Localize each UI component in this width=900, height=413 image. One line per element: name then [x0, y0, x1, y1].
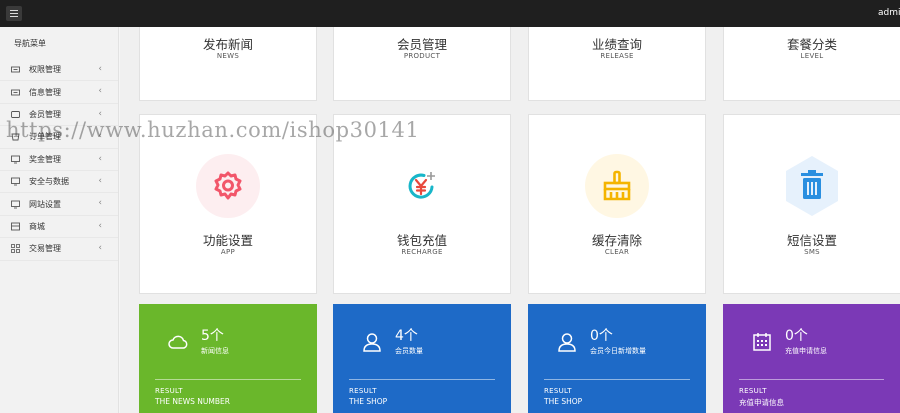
stat-result-sub: THE SHOP [544, 397, 583, 406]
stat-member-count[interactable]: 4个 会员数量 RESULT THE SHOP [333, 304, 511, 413]
card-sub: RELEASE [600, 52, 634, 60]
card-sms-settings[interactable]: 短信设置 SMS [723, 114, 900, 294]
stat-result-label: RESULT [349, 387, 377, 395]
sidebar-item-label: 会员管理 [29, 109, 61, 119]
card-label: 缓存清除 [591, 233, 642, 248]
bag-icon [11, 132, 20, 141]
cloud-icon [168, 335, 188, 349]
sidebar-item-label: 安全与数据 [29, 177, 69, 187]
stat-count: 0个 [785, 328, 808, 344]
sidebar-item-bonus[interactable]: 奖金管理 ‹ [0, 149, 118, 171]
user-icon [558, 333, 576, 352]
sidebar-item-members[interactable]: 会员管理 ‹ [0, 104, 118, 127]
stat-count: 4个 [395, 328, 418, 344]
key-icon [11, 65, 20, 74]
sidebar-item-label: 商城 [29, 221, 45, 231]
sidebar-item-permissions[interactable]: 权限管理 ‹ [0, 59, 118, 82]
main-content: 发布新闻 NEWS 会员管理 PRODUCT 业绩查询 RELEASE 套餐分类… [120, 27, 900, 413]
card-sub: SMS [804, 248, 820, 256]
key-icon [11, 88, 20, 97]
sidebar-item-label: 权限管理 [29, 65, 61, 75]
calendar-icon [753, 333, 771, 351]
card-package-category[interactable]: 套餐分类 LEVEL [723, 27, 900, 101]
chevron-left-icon: ‹ [98, 175, 102, 186]
stat-result-sub: THE NEWS NUMBER [155, 397, 230, 406]
chevron-left-icon: ‹ [98, 64, 102, 74]
grid-icon [11, 244, 20, 254]
card-publish-news[interactable]: 发布新闻 NEWS [139, 27, 317, 101]
monitor-icon [11, 155, 20, 164]
user-icon [363, 333, 381, 352]
stat-result-label: RESULT [739, 387, 767, 395]
chevron-left-icon: ‹ [98, 198, 102, 209]
card-sub: APP [220, 248, 236, 256]
trash-icon [780, 154, 844, 218]
sidebar-item-label: 信息管理 [29, 87, 61, 97]
yuan-refresh-icon [390, 154, 454, 218]
chevron-left-icon: ‹ [98, 108, 102, 119]
menu-toggle-icon[interactable] [6, 6, 22, 21]
chevron-left-icon: ‹ [98, 243, 102, 254]
monitor-icon [11, 200, 20, 209]
chevron-left-icon: ‹ [98, 220, 102, 231]
stat-recharge-requests[interactable]: 0个 充值申请信息 RESULT 充值申请信息 [723, 304, 900, 413]
broom-icon [585, 154, 649, 218]
admin-user-name[interactable]: admin [878, 8, 900, 18]
sidebar-item-label: 网站设置 [29, 199, 61, 209]
chevron-left-icon: ‹ [98, 153, 102, 164]
top-bar: admin [0, 0, 900, 27]
stat-result-label: RESULT [155, 387, 183, 395]
card-label: 业绩查询 [591, 37, 642, 52]
stat-desc: 会员今日新增数量 [590, 347, 646, 355]
stat-new-members-today[interactable]: 0个 会员今日新增数量 RESULT THE SHOP [528, 304, 706, 413]
sidebar-item-site-settings[interactable]: 网站设置 ‹ [0, 193, 118, 216]
stat-news-count[interactable]: 5个 新闻信息 RESULT THE NEWS NUMBER [139, 304, 317, 413]
sidebar-item-orders[interactable]: 订单管理 ‹ [0, 126, 118, 149]
stat-divider [155, 379, 301, 380]
sidebar-item-label: 交易管理 [29, 244, 61, 254]
shop-icon [11, 222, 20, 231]
card-sub: PRODUCT [403, 52, 441, 60]
stat-count: 5个 [201, 328, 224, 344]
card-label: 发布新闻 [202, 37, 253, 52]
sidebar-title: 导航菜单 [14, 39, 46, 48]
card-performance-query[interactable]: 业绩查询 RELEASE [528, 27, 706, 101]
stat-count: 0个 [590, 328, 613, 344]
stat-result-sub: 充值申请信息 [739, 398, 784, 407]
sidebar-item-label: 奖金管理 [29, 154, 61, 164]
chevron-left-icon: ‹ [98, 86, 102, 97]
card-label: 功能设置 [202, 233, 253, 248]
card-label: 钱包充值 [396, 233, 447, 248]
sidebar-item-info[interactable]: 信息管理 ‹ [0, 81, 118, 104]
sidebar: 导航菜单 权限管理 ‹ 信息管理 ‹ 会员管理 ‹ 订单管理 ‹ 奖金管理 ‹ … [0, 27, 119, 413]
stat-result-label: RESULT [544, 387, 572, 395]
card-label: 短信设置 [786, 233, 837, 248]
card-clear-cache[interactable]: 缓存清除 CLEAR [528, 114, 706, 294]
stat-divider [349, 379, 495, 380]
user-card-icon [11, 110, 20, 119]
stat-divider [739, 379, 884, 380]
card-label: 套餐分类 [786, 37, 837, 52]
chevron-left-icon: ‹ [98, 131, 102, 142]
gear-icon [196, 154, 260, 218]
card-sub: CLEAR [604, 248, 630, 256]
sidebar-item-security[interactable]: 安全与数据 ‹ [0, 171, 118, 194]
card-member-management[interactable]: 会员管理 PRODUCT [333, 27, 511, 101]
sidebar-item-trading[interactable]: 交易管理 ‹ [0, 238, 118, 261]
card-sub: NEWS [216, 52, 240, 60]
card-function-settings[interactable]: 功能设置 APP [139, 114, 317, 294]
sidebar-item-shop[interactable]: 商城 ‹ [0, 216, 118, 239]
stat-result-sub: THE SHOP [349, 397, 388, 406]
stat-desc: 充值申请信息 [785, 347, 827, 355]
monitor-icon [11, 177, 20, 186]
card-sub: LEVEL [800, 52, 824, 60]
card-wallet-recharge[interactable]: 钱包充值 RECHARGE [333, 114, 511, 294]
card-sub: RECHARGE [401, 248, 443, 256]
stat-desc: 会员数量 [395, 347, 423, 355]
stat-desc: 新闻信息 [201, 347, 229, 355]
stat-divider [544, 379, 690, 380]
card-label: 会员管理 [396, 37, 447, 52]
sidebar-item-label: 订单管理 [29, 132, 61, 142]
